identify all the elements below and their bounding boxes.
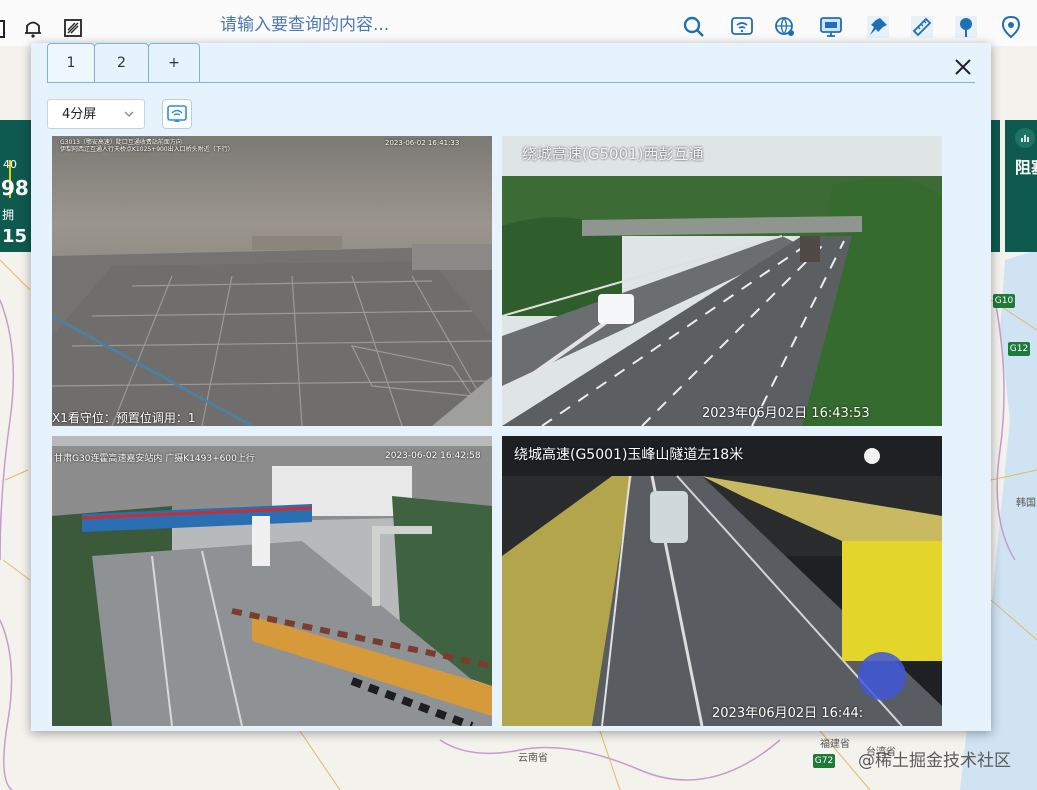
edit-grid-icon[interactable] <box>62 17 84 39</box>
video-2-timestamp: 2023年06月02日 16:43:53 <box>702 406 870 421</box>
video-1-title-line2: 伊犁阿西辽互通人行天桥点K1025+900出入口桥头附近（下行） <box>60 146 234 153</box>
video-feed-4[interactable]: 绕城高速(G5001)玉峰山隧道左18米 2023年06月02日 16:44: <box>502 436 942 726</box>
close-icon[interactable] <box>951 55 975 79</box>
video-feed-3-frame <box>52 436 492 726</box>
right-panel-edge <box>990 120 1000 252</box>
bell-icon[interactable] <box>22 17 44 39</box>
screen-layout-value: 4分屏 <box>62 107 97 122</box>
tab-2[interactable]: 2 <box>94 43 149 82</box>
screen-layout-select[interactable]: 4分屏 <box>47 99 145 129</box>
map-label: 韩国 <box>1016 498 1036 509</box>
tab-1[interactable]: 1 <box>47 43 95 82</box>
map-label: 云南省 <box>518 753 548 764</box>
road-badge: G10 <box>993 294 1015 308</box>
chevron-down-icon <box>124 111 134 117</box>
video-4-timestamp: 2023年06月02日 16:44: <box>712 706 864 721</box>
stat-label: 40 <box>3 158 17 171</box>
video-feed-1[interactable]: G3013（鄂安高速）陡口互通收费站前面方向 伊犁阿西辽互通人行天桥点K1025… <box>52 136 492 426</box>
video-4-title: 绕城高速(G5001)玉峰山隧道左18米 <box>514 447 744 463</box>
marker-icon[interactable] <box>999 15 1023 39</box>
video-feed-1-frame <box>52 136 492 426</box>
right-stats-panel[interactable]: 阻塞 <box>1005 120 1037 252</box>
search-icon[interactable] <box>682 15 706 39</box>
location-icon[interactable] <box>954 15 978 39</box>
cast-button[interactable] <box>162 99 192 129</box>
video-1-timestamp: 2023-06-02 16:41:33 <box>385 139 460 147</box>
video-dialog: 1 2 + 4分屏 G3013（鄂安高速）陡口互通收费站前面方向 伊犁阿西辽互通… <box>31 43 991 731</box>
video-3-title: 甘肃G30连霍高速嘉安站内 广摄K1493+600上行 <box>54 454 255 464</box>
stat-value: 98 <box>1 176 29 200</box>
globe-pin-icon[interactable] <box>773 15 797 39</box>
cast-icon <box>167 105 187 122</box>
left-stats-panel: 40 98 拥 15 <box>0 120 32 252</box>
road-badge: G12 <box>1008 342 1030 356</box>
road-badge: G72 <box>813 754 835 768</box>
search-input[interactable]: 请输入要查询的内容... <box>220 12 520 38</box>
watermark: @稀土掘金技术社区 <box>858 751 1011 771</box>
video-feed-2[interactable]: 绕城高速(G5001)西彭互通 2023年06月02日 16:43:53 <box>502 136 942 426</box>
video-2-title: 绕城高速(G5001)西彭互通 <box>522 145 704 163</box>
tab-divider <box>47 82 975 83</box>
stat-value-congestion: 15 <box>2 226 28 247</box>
chart-bar-icon <box>1015 128 1035 148</box>
video-feed-4-frame <box>502 436 942 726</box>
add-tab-button[interactable]: + <box>148 43 200 82</box>
app-icon[interactable] <box>0 18 6 42</box>
wifi-cast-icon[interactable] <box>730 15 754 39</box>
video-feed-3[interactable]: 甘肃G30连霍高速嘉安站内 广摄K1493+600上行 2023-06-02 1… <box>52 436 492 726</box>
pin-icon[interactable] <box>866 15 890 39</box>
stat-label-congestion: 拥 <box>2 208 15 222</box>
monitor-icon[interactable] <box>819 15 843 39</box>
video-3-timestamp: 2023-06-02 16:42:58 <box>385 451 481 461</box>
video-feed-2-frame <box>502 136 942 426</box>
ruler-icon[interactable] <box>910 15 934 39</box>
video-1-caption: X1看守位：预置位调用：1 <box>52 411 196 425</box>
right-panel-label: 阻塞 <box>1015 158 1037 177</box>
map-label: 福建省 <box>820 739 850 750</box>
